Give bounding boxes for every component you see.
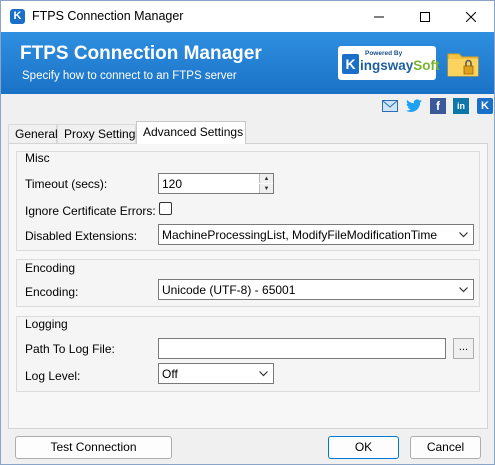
banner-subtitle: Specify how to connect to an FTPS server (22, 70, 237, 82)
tab-proxy-settings[interactable]: Proxy Settings (57, 124, 141, 144)
twitter-icon[interactable] (406, 98, 422, 114)
log-level-select[interactable]: Off (158, 363, 274, 384)
app-icon: K (10, 9, 25, 24)
tab-general[interactable]: General (8, 124, 58, 144)
maximize-button[interactable] (402, 1, 448, 32)
title-bar[interactable]: K FTPS Connection Manager (1, 1, 494, 32)
minimize-icon (374, 16, 384, 17)
stepper-up-button[interactable]: ▲ (259, 174, 273, 183)
mail-icon[interactable] (382, 98, 398, 114)
timeout-label: Timeout (secs): (25, 177, 108, 191)
disabled-extensions-select[interactable]: MachineProcessingList, ModifyFileModific… (158, 224, 474, 245)
logo-brand: ingswaySoft (360, 58, 440, 73)
log-level-value: Off (162, 367, 178, 381)
timeout-stepper[interactable]: 120 ▲ ▼ (158, 173, 274, 194)
maximize-icon (420, 11, 430, 22)
encoding-select[interactable]: Unicode (UTF-8) - 65001 (158, 279, 474, 300)
stepper-down-button[interactable]: ▼ (259, 184, 273, 193)
close-icon (466, 11, 476, 22)
disabled-extensions-value: MachineProcessingList, ModifyFileModific… (162, 228, 437, 242)
logo-k-icon: K (342, 54, 359, 74)
chevron-down-icon (459, 287, 468, 293)
encoding-value: Unicode (UTF-8) - 65001 (162, 283, 296, 297)
kingswaysoft-logo: Powered By K ingswaySoft (338, 46, 440, 80)
logo-powered-by: Powered By (365, 50, 403, 57)
timeout-value: 120 (162, 177, 183, 191)
tab-advanced-settings[interactable]: Advanced Settings (136, 121, 246, 144)
minimize-button[interactable] (356, 1, 402, 32)
log-path-label: Path To Log File: (25, 342, 115, 356)
ignore-cert-checkbox[interactable] (159, 202, 172, 215)
logging-group-label: Logging (25, 317, 68, 331)
log-level-label: Log Level: (25, 369, 81, 383)
kingswaysoft-icon[interactable]: K (477, 98, 493, 114)
folder-lock-icon (447, 53, 479, 77)
test-connection-button[interactable]: Test Connection (15, 436, 172, 459)
linkedin-icon[interactable]: in (453, 98, 469, 114)
banner-title: FTPS Connection Manager (20, 43, 262, 64)
browse-button[interactable]: ... (453, 338, 474, 359)
log-path-input[interactable] (158, 338, 446, 359)
chevron-down-icon (259, 371, 268, 377)
window-title: FTPS Connection Manager (32, 9, 184, 23)
misc-group-label: Misc (25, 151, 50, 165)
cancel-button[interactable]: Cancel (410, 436, 481, 459)
disabled-extensions-label: Disabled Extensions: (25, 229, 138, 243)
ok-button[interactable]: OK (328, 436, 399, 459)
encoding-label: Encoding: (25, 285, 79, 299)
facebook-icon[interactable]: f (430, 98, 446, 114)
ignore-cert-label: Ignore Certificate Errors: (25, 204, 156, 218)
chevron-down-icon (459, 232, 468, 238)
connection-manager-window: K FTPS Connection Manager FTPS Connectio… (0, 0, 495, 465)
encoding-group-label: Encoding (25, 261, 76, 275)
close-button[interactable] (448, 1, 494, 32)
header-banner: FTPS Connection Manager Specify how to c… (1, 32, 494, 94)
